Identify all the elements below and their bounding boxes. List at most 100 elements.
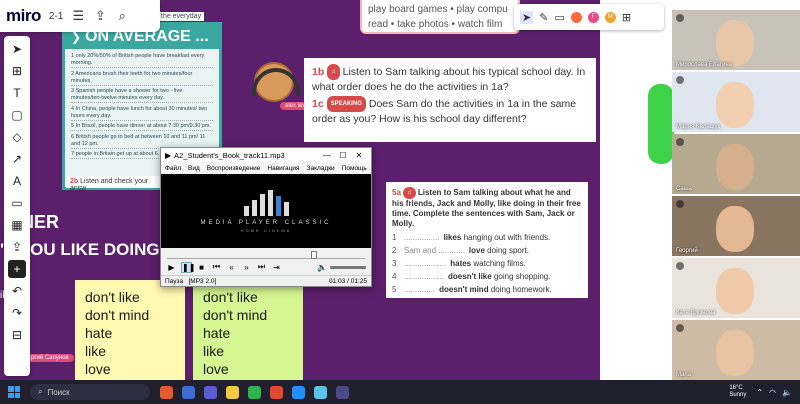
chevron-up-icon[interactable]: ⌃	[756, 388, 763, 397]
exercise-5a-card[interactable]: 5a ♫ Listen to Sam talking about what he…	[386, 182, 588, 298]
sticky-note-tool[interactable]: ▢	[8, 106, 26, 124]
grid-icon[interactable]: ⊞	[622, 11, 631, 24]
green-sticker	[648, 84, 674, 164]
taskbar-app-icon[interactable]	[292, 385, 305, 399]
frame-tool[interactable]: ⊞	[8, 62, 26, 80]
participant-video-tile[interactable]: Мирослава Елагина	[672, 10, 800, 70]
menu-item[interactable]: Файл	[165, 165, 181, 172]
audio-icon: ♫	[403, 187, 416, 199]
participant-video-tile[interactable]: Мария Калашук	[672, 72, 800, 132]
participant-video-tile[interactable]: Георгий	[672, 196, 800, 256]
sticky-line: don't like	[203, 289, 258, 305]
sticky-note-yellow[interactable]: don't like don't mind hate like love	[75, 280, 185, 380]
windows-start-icon[interactable]	[8, 386, 20, 398]
participant-face	[716, 268, 754, 314]
menu-icon[interactable]: ☰	[71, 8, 85, 24]
exercise-5a-sentences: 1................ likes hanging out with …	[392, 233, 582, 295]
close-button[interactable]: ✕	[351, 151, 367, 160]
volume-icon[interactable]: 🔈	[317, 263, 327, 272]
activities-card[interactable]: play board games • play compu read • tak…	[360, 0, 520, 34]
table-tool[interactable]: ▦	[8, 216, 26, 234]
shapes-tool[interactable]: ◇	[8, 128, 26, 146]
seek-bar[interactable]	[167, 251, 365, 259]
board-page-indicator[interactable]: 2-1	[49, 11, 63, 22]
connector-tool[interactable]: ↗	[8, 150, 26, 168]
sticky-line: hate	[85, 325, 113, 341]
taskbar-app-icon[interactable]	[226, 385, 239, 399]
redo-tool[interactable]: ↷	[8, 304, 26, 322]
add-tool[interactable]: +	[8, 260, 26, 278]
menu-item[interactable]: Навигация	[267, 165, 299, 172]
miro-board[interactable]: ❯ ON AVERAGE ... 1 only 20%/50% of Briti…	[0, 0, 668, 380]
wifi-icon[interactable]: ◠	[769, 388, 776, 397]
frame-step-icon[interactable]: ⇥	[271, 263, 282, 272]
participant-cursor-tag: ргий Сапунов	[26, 354, 74, 362]
media-controls: ▶ ❚❚ ■ ⏮ « » ⏭ ⇥ 🔈	[161, 259, 371, 275]
cursor-select-icon[interactable]: ➤	[520, 10, 534, 24]
seek-thumb[interactable]	[310, 251, 317, 259]
menu-item[interactable]: Воспроизведение	[207, 165, 261, 172]
upload-tool[interactable]: ⇪	[8, 238, 26, 256]
taskbar-app-icon[interactable]	[314, 385, 327, 399]
comment-icon[interactable]: ▭	[554, 11, 564, 24]
miro-logo[interactable]: miro	[6, 6, 41, 26]
taskbar-search[interactable]: ⌕ Поиск	[30, 384, 150, 400]
maximize-button[interactable]: ☐	[335, 151, 351, 160]
pen-draw-icon[interactable]: ✎	[539, 11, 548, 24]
media-player-window[interactable]: ▶ A2_Student's_Book_track11.mp3 — ☐ ✕ Фа…	[160, 147, 372, 287]
taskbar-app-icon[interactable]	[248, 385, 261, 399]
participant-video-tile[interactable]: Саша	[672, 134, 800, 194]
participant-face	[716, 82, 754, 128]
sticky-line: like	[85, 343, 107, 359]
search-icon: ⌕	[38, 387, 43, 396]
chevron-icon: ❯	[71, 30, 82, 44]
participant-video-tile[interactable]: Maria	[672, 320, 800, 380]
upload-icon[interactable]: ⇪	[93, 8, 107, 24]
volume-icon[interactable]: 🔈	[782, 388, 792, 397]
text-tool[interactable]: T	[8, 84, 26, 102]
rewind-icon[interactable]: «	[226, 263, 237, 272]
weather-widget[interactable]: 16°C Sunny	[729, 385, 746, 399]
participant-name: Георгий	[676, 248, 698, 254]
pause-icon[interactable]: ❚❚	[181, 261, 195, 273]
taskbar-app-icon[interactable]	[204, 385, 217, 399]
frames-panel-tool[interactable]: ⊟	[8, 326, 26, 344]
comment-tool[interactable]: ▭	[8, 194, 26, 212]
participant-name: Мария Калашук	[676, 124, 721, 130]
forward-icon[interactable]: »	[241, 263, 252, 272]
sticky-note-green[interactable]: don't like don't mind hate like love	[193, 280, 303, 380]
menu-item[interactable]: Вид	[188, 165, 200, 172]
avatar[interactable]: Г	[587, 11, 599, 23]
media-player-titlebar[interactable]: ▶ A2_Student's_Book_track11.mp3 — ☐ ✕	[161, 148, 371, 162]
taskbar-app-icon[interactable]	[270, 385, 283, 399]
exercise-2b-line: 2b Listen and check your answ	[66, 176, 166, 192]
select-tool[interactable]: ➤	[8, 40, 26, 58]
volume-control[interactable]: 🔈	[317, 263, 366, 272]
pen-tool[interactable]: A	[8, 172, 26, 190]
avatar[interactable]: М	[604, 11, 616, 23]
avatar[interactable]	[570, 11, 582, 23]
taskbar-app-icon[interactable]	[182, 385, 195, 399]
exercise-1b-card[interactable]: 1b ♫ Listen to Sam talking about his typ…	[304, 58, 596, 142]
list-item: 1 only 20%/50% of British people have br…	[71, 53, 213, 68]
play-icon[interactable]: ▶	[166, 263, 177, 272]
media-player-screen[interactable]: MEDIA PLAYER CLASSIC HOME CINEMA	[161, 174, 371, 248]
stop-icon[interactable]: ■	[196, 263, 207, 272]
previous-icon[interactable]: ⏮	[211, 262, 222, 272]
menu-item[interactable]: Закладки	[307, 165, 335, 172]
taskbar-app-icon[interactable]	[160, 385, 173, 399]
taskbar-apps	[160, 385, 349, 399]
taskbar-app-icon[interactable]	[336, 385, 349, 399]
system-tray: ⌃ ◠ 🔈	[756, 388, 792, 397]
participant-name: Катя Грузнова	[676, 310, 716, 316]
next-icon[interactable]: ⏭	[256, 262, 267, 272]
sentence-row: 4.................. doesn't like going sh…	[392, 272, 551, 281]
minimize-button[interactable]: —	[319, 151, 335, 160]
undo-tool[interactable]: ↶	[8, 282, 26, 300]
microphone-icon	[676, 324, 684, 332]
search-icon[interactable]: ⌕	[115, 8, 129, 24]
menu-item[interactable]: Помощь	[342, 165, 367, 172]
participant-video-tile[interactable]: Катя Грузнова	[672, 258, 800, 318]
sentence-row: 5.............. doesn't mind doing homewo…	[392, 285, 552, 294]
volume-slider[interactable]	[330, 265, 366, 269]
